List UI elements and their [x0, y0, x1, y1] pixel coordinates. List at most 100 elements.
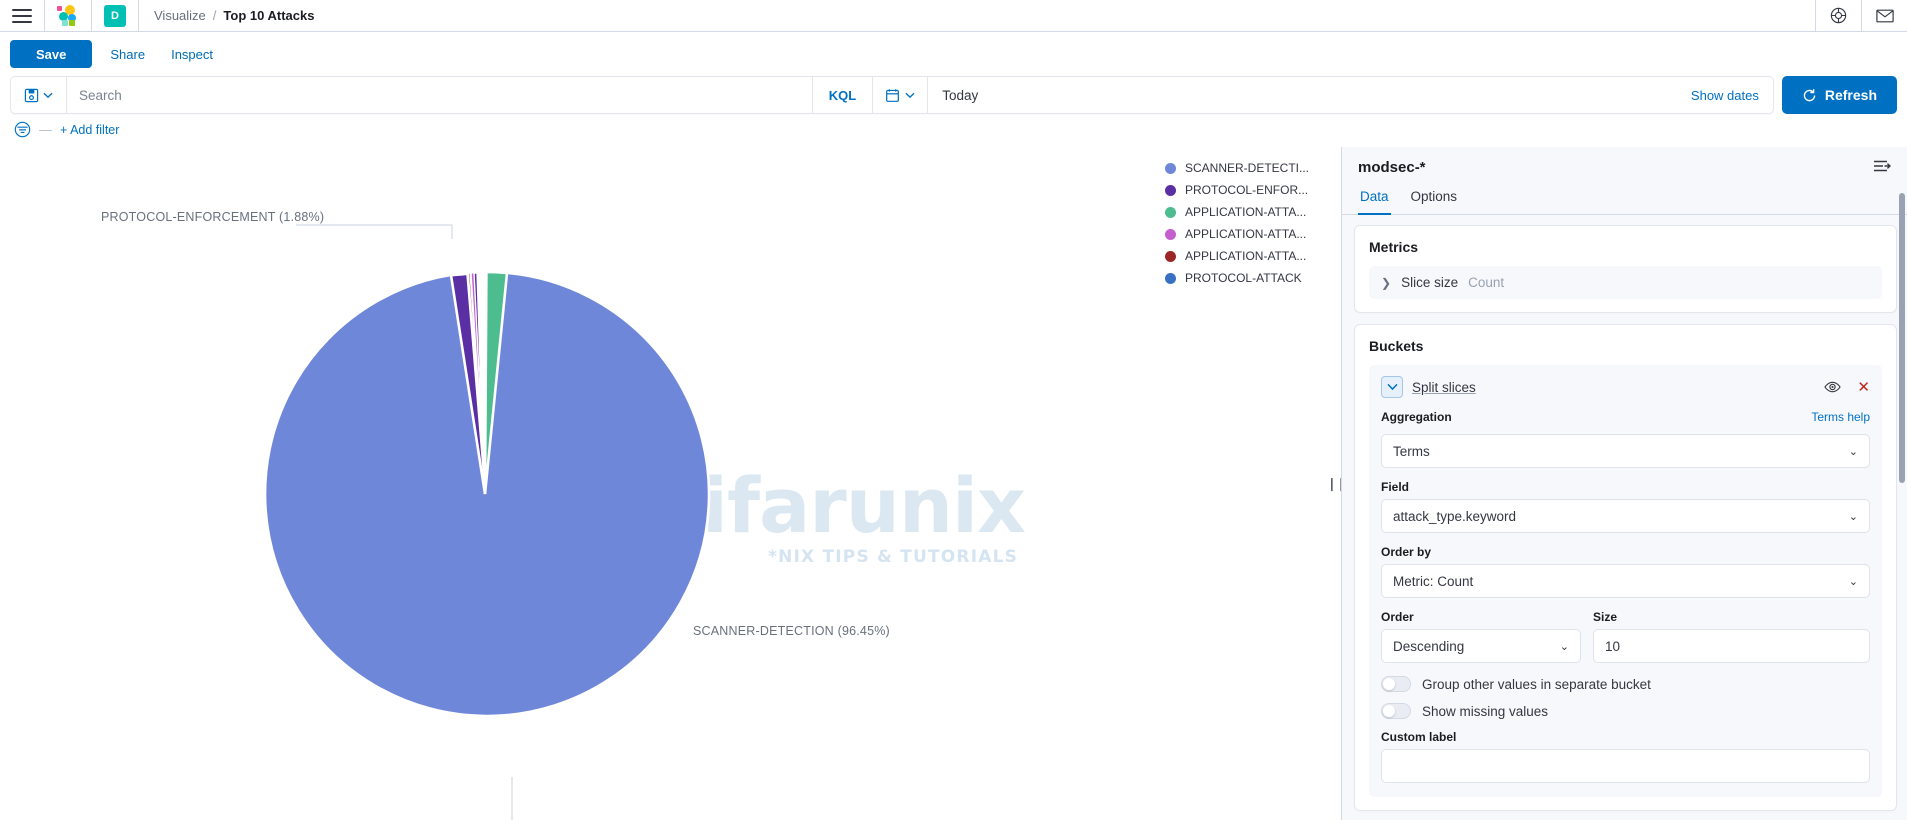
action-bar: Save Share Inspect [0, 32, 1907, 76]
tab-data[interactable]: Data [1358, 184, 1391, 215]
custom-label-label: Custom label [1381, 730, 1457, 744]
panel-resizer[interactable]: ❙❙ [1326, 147, 1347, 820]
order-by-value: Metric: Count [1393, 573, 1474, 589]
group-other-values-row: Group other values in separate bucket [1381, 676, 1870, 692]
aggregation-label: Aggregation [1381, 410, 1452, 424]
eye-icon [1824, 381, 1842, 393]
legend-color-dot [1164, 206, 1176, 218]
filter-icon[interactable] [14, 121, 31, 138]
legend-item-application-attack-lfi[interactable]: APPLICATION-ATTA... [1164, 249, 1309, 263]
calendar-icon [886, 88, 900, 102]
date-quick-select-button[interactable] [873, 77, 929, 113]
remove-bucket-button[interactable]: ✕ [1857, 380, 1870, 395]
side-panel-scrollbar[interactable] [1899, 193, 1905, 483]
legend-item-protocol-attack[interactable]: PROTOCOL-ATTACK [1164, 271, 1309, 285]
legend-item-application-attack-xss[interactable]: APPLICATION-ATTA... [1164, 205, 1309, 219]
breadcrumb-separator: / [212, 8, 217, 23]
terms-help-link[interactable]: Terms help [1811, 410, 1870, 424]
menu-button[interactable] [0, 0, 45, 32]
refresh-label: Refresh [1824, 87, 1877, 103]
bucket-name-label[interactable]: Split slices [1412, 380, 1476, 395]
inspect-button[interactable]: Inspect [163, 47, 221, 62]
save-button[interactable]: Save [10, 40, 93, 68]
metrics-title: Metrics [1369, 239, 1419, 255]
pie-slices[interactable] [263, 270, 711, 718]
chevron-down-icon [1386, 383, 1398, 391]
refresh-icon [1803, 88, 1816, 101]
size-input[interactable]: 10 [1593, 629, 1870, 663]
leader-line-protocol-enforcement [296, 224, 453, 239]
legend-label: PROTOCOL-ATTACK [1184, 271, 1302, 285]
mail-button[interactable] [1861, 0, 1907, 32]
chevron-down-icon: ⌄ [1848, 445, 1858, 458]
order-value: Descending [1393, 638, 1465, 654]
chevron-down-icon: ⌄ [1848, 510, 1858, 523]
order-select[interactable]: Descending ⌄ [1381, 629, 1581, 663]
legend-label: APPLICATION-ATTA... [1184, 249, 1307, 263]
search-input[interactable] [67, 77, 812, 113]
toggle-bucket-visibility-button[interactable] [1824, 381, 1842, 393]
add-filter-button[interactable]: + Add filter [60, 123, 119, 137]
show-dates-button[interactable]: Show dates [1677, 77, 1773, 113]
show-missing-values-row: Show missing values [1381, 703, 1870, 719]
legend-item-protocol-enforcement[interactable]: PROTOCOL-ENFOR... [1164, 183, 1309, 197]
share-button[interactable]: Share [102, 47, 153, 62]
collapse-panel-icon [1874, 160, 1891, 172]
legend-item-application-attack-sqli[interactable]: APPLICATION-ATTA... [1164, 227, 1309, 241]
filter-separator: — [39, 122, 52, 137]
metric-slice-size-row[interactable]: ❯ Slice size Count [1369, 266, 1882, 299]
collapse-panel-button[interactable] [1873, 159, 1891, 173]
index-pattern-title: modsec-* [1358, 159, 1426, 176]
search-bar-container: KQL Today Show dates [10, 76, 1774, 114]
breadcrumb-current: Top 10 Attacks [223, 8, 315, 23]
chevron-down-icon: ⌄ [1848, 575, 1858, 588]
editor-tabs: Data Options [1342, 176, 1907, 215]
legend-item-scanner-detection[interactable]: SCANNER-DETECTI... [1164, 161, 1309, 175]
elastic-logo-icon [57, 4, 79, 27]
filter-bar: — + Add filter [0, 114, 1907, 147]
query-bar: KQL Today Show dates Refresh [0, 76, 1907, 114]
editor-side-panel: modsec-* Data Options Metrics ❯ Slice si… [1341, 147, 1907, 820]
chart-legend: SCANNER-DETECTI... PROTOCOL-ENFOR... APP… [1164, 161, 1309, 285]
legend-color-dot [1164, 272, 1176, 284]
tab-options[interactable]: Options [1409, 184, 1460, 215]
refresh-button[interactable]: Refresh [1781, 76, 1897, 114]
buckets-card: Buckets Split slices ✕ Aggregation Terms… [1354, 324, 1897, 811]
order-label: Order [1381, 610, 1414, 624]
topnav-right-actions [1815, 0, 1907, 32]
breadcrumb: Visualize / Top 10 Attacks [139, 8, 314, 23]
chevron-right-icon: ❯ [1381, 275, 1392, 290]
legend-label: APPLICATION-ATTA... [1184, 227, 1307, 241]
saved-query-button[interactable] [11, 77, 67, 113]
avatar: D [104, 4, 126, 27]
legend-label: APPLICATION-ATTA... [1184, 205, 1307, 219]
legend-color-dot [1164, 228, 1176, 240]
legend-label: SCANNER-DETECTI... [1184, 161, 1309, 175]
space-avatar-button[interactable]: D [92, 0, 139, 32]
legend-color-dot [1164, 162, 1176, 174]
metric-label: Slice size [1401, 275, 1459, 290]
buckets-title: Buckets [1369, 338, 1424, 354]
metric-value: Count [1468, 275, 1505, 290]
bucket-collapse-button[interactable] [1381, 376, 1403, 398]
chevron-down-icon [905, 92, 915, 98]
show-missing-values-toggle[interactable] [1381, 703, 1411, 719]
leader-line-scanner-detection [511, 777, 513, 820]
chevron-down-icon [43, 92, 53, 98]
visualization-pane: Kifarunix *NIX TIPS & TUTORIALS PROTOCOL… [0, 147, 1331, 820]
help-button[interactable] [1815, 0, 1861, 32]
pie-chart[interactable] [0, 147, 1320, 820]
aggregation-select[interactable]: Terms ⌄ [1381, 434, 1870, 468]
order-by-select[interactable]: Metric: Count ⌄ [1381, 564, 1870, 598]
chevron-down-icon: ⌄ [1559, 640, 1569, 653]
field-label: Field [1381, 480, 1410, 494]
custom-label-input[interactable] [1381, 749, 1870, 783]
field-value: attack_type.keyword [1393, 508, 1517, 524]
field-select[interactable]: attack_type.keyword ⌄ [1381, 499, 1870, 533]
elastic-home-button[interactable] [45, 0, 92, 32]
group-other-values-toggle[interactable] [1381, 676, 1411, 692]
order-by-label: Order by [1381, 545, 1432, 559]
query-language-button[interactable]: KQL [811, 77, 874, 113]
date-range-display[interactable]: Today [928, 77, 1677, 113]
breadcrumb-visualize[interactable]: Visualize [154, 8, 206, 23]
